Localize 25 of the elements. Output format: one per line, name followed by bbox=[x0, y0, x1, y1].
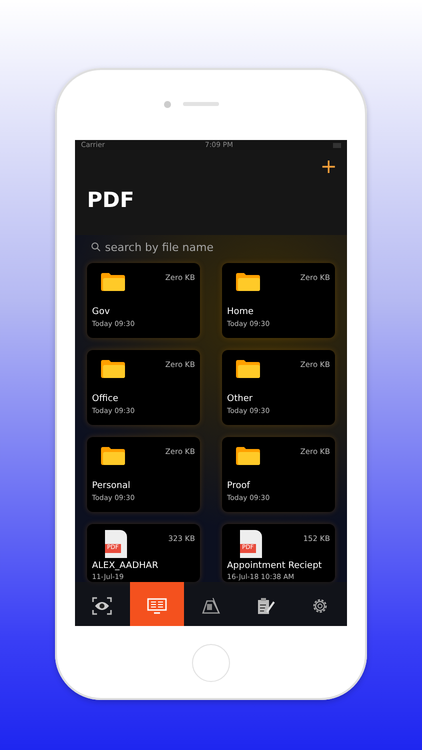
file-name: ALEX_AADHAR bbox=[92, 561, 160, 571]
file-name: Other bbox=[227, 394, 254, 404]
eye-scan-icon bbox=[92, 597, 112, 615]
file-name: Home bbox=[227, 307, 255, 317]
folder-icon bbox=[101, 273, 125, 291]
file-name: Appointment Reciept bbox=[227, 561, 323, 571]
folder-icon bbox=[101, 360, 125, 378]
settings-icon bbox=[311, 597, 329, 615]
book-screen-icon bbox=[146, 598, 166, 614]
folder-icon bbox=[236, 447, 260, 465]
file-name: Personal bbox=[92, 481, 132, 491]
file-name: Proof bbox=[227, 481, 251, 491]
clipboard-edit-icon bbox=[256, 597, 274, 615]
page-title: PDF bbox=[87, 188, 136, 212]
add-button[interactable]: + bbox=[320, 156, 337, 176]
folder-icon bbox=[236, 360, 260, 378]
scanner-icon bbox=[201, 597, 221, 615]
folder-icon bbox=[236, 273, 260, 291]
camera-icon bbox=[164, 100, 170, 108]
file-name: Office bbox=[92, 394, 120, 404]
search-icon bbox=[91, 242, 101, 252]
battery-icon bbox=[332, 142, 341, 148]
folder-icon bbox=[101, 447, 125, 465]
file-name: Gov bbox=[92, 307, 111, 317]
search-field[interactable]: search by file name bbox=[105, 240, 305, 254]
